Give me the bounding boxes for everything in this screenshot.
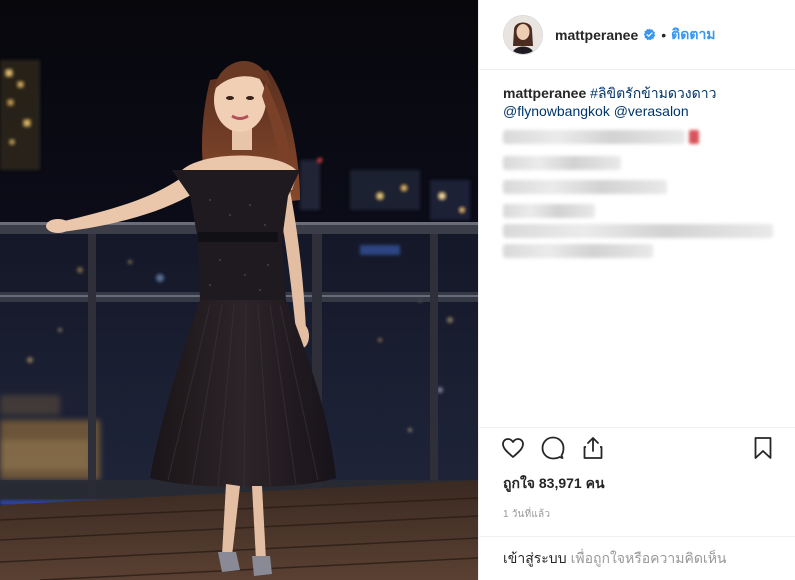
bookmark-icon[interactable] [749,434,777,462]
photo-image [0,0,478,580]
caption-mentions: @flynowbangkok @verasalon [503,102,775,120]
post-author-username[interactable]: mattperanee [555,27,638,43]
post-photo[interactable] [0,0,478,580]
blurred-caption-text [503,124,775,258]
post-sidebar: mattperanee • ติดตาม mattperanee #ลิขิตร… [478,0,795,580]
blurred-line [503,244,653,258]
mention-link[interactable]: @verasalon [614,103,689,119]
blurred-line [503,224,773,238]
share-icon[interactable] [579,434,607,462]
login-prompt-text: เพื่อถูกใจหรือความคิดเห็น [570,549,727,566]
blurred-line [503,130,685,144]
blurred-line [503,204,595,218]
verified-badge-icon [643,28,656,41]
heart-icon[interactable] [499,434,527,462]
like-count[interactable]: ถูกใจ 83,971 คน [479,467,795,495]
caption-username[interactable]: mattperanee [503,85,586,101]
blurred-line [503,180,667,194]
blurred-emoji [689,130,699,144]
post-header: mattperanee • ติดตาม [479,0,795,70]
comment-login-bar: เข้าสู่ระบบ เพื่อถูกใจหรือความคิดเห็น [479,536,795,580]
comment-bubble-icon[interactable] [539,434,567,462]
login-link[interactable]: เข้าสู่ระบบ [503,548,567,570]
header-separator: • [661,26,667,43]
instagram-post-view: mattperanee • ติดตาม mattperanee #ลิขิตร… [0,0,795,580]
follow-button[interactable]: ติดตาม [671,24,715,46]
avatar[interactable] [503,14,543,55]
post-timestamp[interactable]: 1 วันที่แล้ว [479,495,795,536]
mention-link[interactable]: @flynowbangkok [503,103,610,119]
caption-line: mattperanee #ลิขิตรักข้ามดวงดาว [503,84,775,102]
post-action-bar [479,427,795,467]
blurred-line [503,156,621,170]
caption-hashtag[interactable]: #ลิขิตรักข้ามดวงดาว [590,85,716,101]
caption-area: mattperanee #ลิขิตรักข้ามดวงดาว @flynowb… [479,70,795,427]
avatar-image [504,15,542,54]
